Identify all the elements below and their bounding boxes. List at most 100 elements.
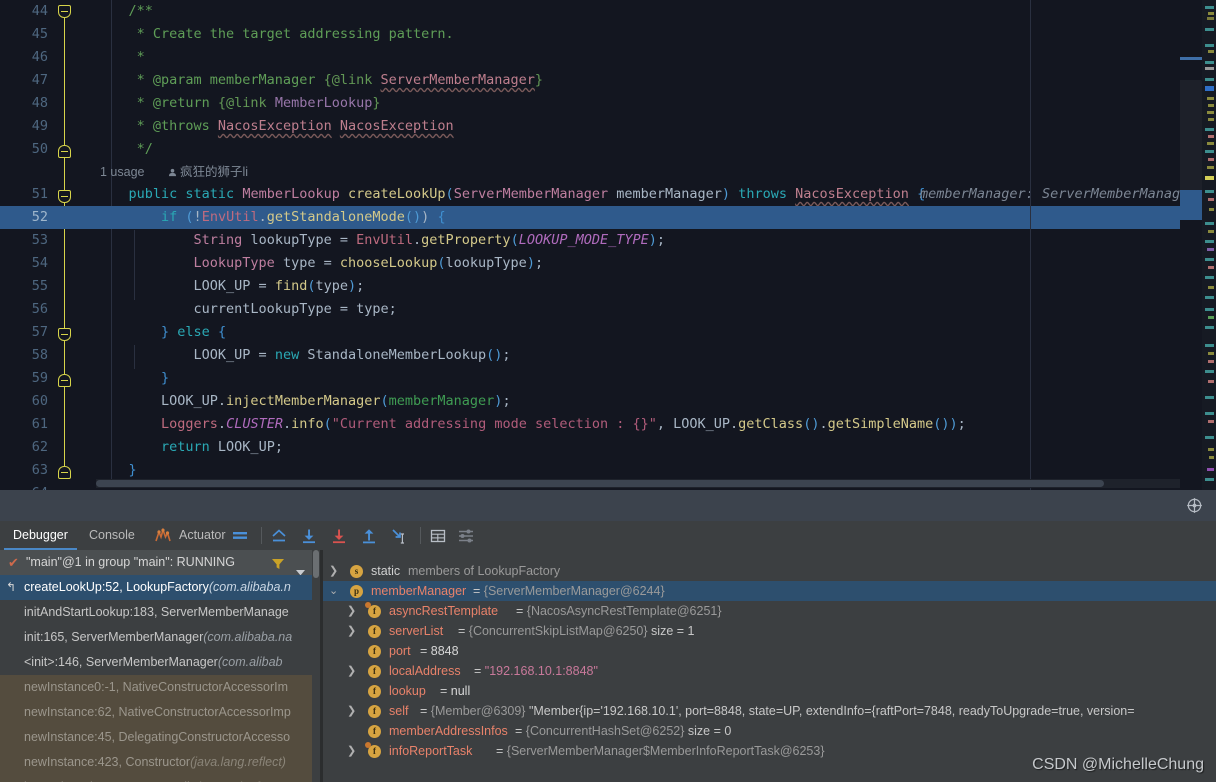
code-line[interactable]: 55 LOOK_UP = find(type); — [0, 275, 1180, 298]
frame-row[interactable]: initAndStartLookup:183, ServerMemberMana… — [0, 600, 320, 625]
frame-package: (com.alibaba.na — [203, 630, 293, 644]
variable-row[interactable]: ❯ f self = {Member@6309} "Member{ip='192… — [323, 701, 1216, 721]
usage-count[interactable]: 1 usage — [100, 161, 144, 183]
line-number: 46 — [31, 49, 48, 65]
variable-row[interactable]: ❯ f asyncRestTemplate = {NacosAsyncRestT… — [323, 601, 1216, 621]
chevron-right-icon[interactable]: ❯ — [347, 621, 356, 641]
mute-breakpoints-icon[interactable] — [231, 527, 249, 545]
step-over-icon[interactable] — [300, 527, 318, 545]
line-content: */ — [96, 141, 153, 157]
variable-name: asyncRestTemplate — [389, 604, 499, 618]
editor-minimap[interactable] — [1180, 0, 1202, 490]
show-execution-point-icon[interactable] — [270, 527, 288, 545]
line-number: 60 — [31, 393, 48, 409]
chevron-down-icon[interactable]: ⌄ — [329, 581, 338, 601]
line-content: Loggers.CLUSTER.info("Current addressing… — [96, 416, 966, 432]
editor-horizontal-scrollbar[interactable] — [96, 479, 1180, 488]
code-surface[interactable]: 44 /** 45 * Create the target addressing… — [0, 0, 1216, 490]
chevron-right-icon[interactable]: ❯ — [347, 661, 356, 681]
frame-package: (com.alibaba.n — [208, 580, 291, 594]
variable-row[interactable]: ❯ s static members of LookupFactory — [323, 561, 1216, 581]
thread-label: "main"@1 in group "main": RUNNING — [26, 555, 235, 569]
step-out-icon[interactable] — [360, 527, 378, 545]
frame-row[interactable]: newInstance:423, Constructor(java.lang.r… — [0, 750, 320, 775]
frame-row[interactable]: <init>:146, ServerMemberManager(com.alib… — [0, 650, 320, 675]
settings-icon[interactable] — [457, 527, 475, 545]
code-line[interactable]: 44 /** — [0, 0, 1180, 23]
chevron-right-icon[interactable]: ❯ — [347, 741, 356, 761]
line-content: LOOK_UP.injectMemberManager(memberManage… — [96, 393, 511, 409]
editor-error-stripe[interactable] — [1202, 0, 1216, 490]
code-line[interactable]: 51 public static MemberLookup createLook… — [0, 183, 1216, 206]
tab-actuator[interactable]: Actuator — [170, 521, 235, 550]
line-content: LookupType type = chooseLookup(lookupTyp… — [96, 255, 544, 271]
code-line[interactable]: 53 String lookupType = EnvUtil.getProper… — [0, 229, 1180, 252]
line-number: 45 — [31, 26, 48, 42]
code-vision-inlay[interactable]: 1 usage 疯狂的狮子li — [0, 161, 1180, 183]
variable-value: = {Member@6309} "Member{ip='192.168.10.1… — [420, 704, 1135, 718]
code-line[interactable]: 48 * @return {@link MemberLookup} — [0, 92, 1180, 115]
chevron-right-icon[interactable]: ❯ — [347, 701, 356, 721]
variable-row[interactable]: f port = 8848 — [323, 641, 1216, 661]
code-line[interactable]: 54 LookupType type = chooseLookup(lookup… — [0, 252, 1180, 275]
code-line[interactable]: 58 LOOK_UP = new StandaloneMemberLookup(… — [0, 344, 1180, 367]
code-line[interactable]: 61 Loggers.CLUSTER.info("Current address… — [0, 413, 1180, 436]
chevron-right-icon[interactable]: ❯ — [347, 601, 356, 621]
variables-panel[interactable]: ❯ s static members of LookupFactory ⌄ p … — [323, 550, 1216, 782]
variable-name: serverList — [389, 624, 444, 638]
line-content: * @throws NacosException NacosException — [96, 118, 454, 134]
code-editor[interactable]: 44 /** 45 * Create the target addressing… — [0, 0, 1216, 490]
person-icon — [168, 162, 177, 177]
code-line[interactable]: 50 */ — [0, 138, 1180, 161]
frames-scrollbar[interactable] — [312, 550, 320, 782]
line-content: } else { — [96, 324, 227, 340]
scrollbar-thumb[interactable] — [313, 550, 319, 578]
line-number: 56 — [31, 301, 48, 317]
variable-row[interactable]: f memberAddressInfos = {ConcurrentHashSe… — [323, 721, 1216, 741]
thread-selector[interactable]: ✔ "main"@1 in group "main": RUNNING — [0, 550, 320, 576]
frame-row[interactable]: newInstance:45, DelegatingConstructorAcc… — [0, 725, 320, 750]
code-line[interactable]: 47 * @param memberManager {@link ServerM… — [0, 69, 1180, 92]
code-line-current[interactable]: 52 if (!EnvUtil.getStandaloneMode()) { — [0, 206, 1180, 229]
line-content: if (!EnvUtil.getStandaloneMode()) { — [96, 209, 446, 225]
frame-row[interactable]: init:165, ServerMemberManager(com.alibab… — [0, 625, 320, 650]
variable-row[interactable]: ❯ f serverList = {ConcurrentSkipListMap@… — [323, 621, 1216, 641]
step-into-icon[interactable] — [330, 527, 348, 545]
variable-row[interactable]: f lookup = null — [323, 681, 1216, 701]
variable-name: localAddress — [389, 664, 461, 678]
frame-row[interactable]: instantiateClass:211, BeanUtils(org.spri… — [0, 775, 320, 782]
code-line[interactable]: 57 } else { — [0, 321, 1180, 344]
line-content: * — [96, 49, 145, 65]
funnel-icon[interactable] — [271, 555, 285, 569]
code-line[interactable]: 59 } — [0, 367, 1180, 390]
evaluate-expression-icon[interactable] — [429, 527, 447, 545]
line-number: 53 — [31, 232, 48, 248]
variable-row[interactable]: ❯ f localAddress = "192.168.10.1:8848" — [323, 661, 1216, 681]
ide-window: 44 /** 45 * Create the target addressing… — [0, 0, 1216, 782]
code-line[interactable]: 56 currentLookupType = type; — [0, 298, 1180, 321]
code-line[interactable]: 60 LOOK_UP.injectMemberManager(memberMan… — [0, 390, 1180, 413]
frame-row[interactable]: ↰ createLookUp:52, LookupFactory(com.ali… — [0, 575, 320, 600]
code-line[interactable]: 62 return LOOK_UP; — [0, 436, 1180, 459]
scrollbar-thumb[interactable] — [96, 480, 1104, 487]
tab-debugger[interactable]: Debugger — [4, 521, 77, 550]
tab-console[interactable]: Console — [80, 521, 144, 550]
field-badge: f — [368, 665, 381, 678]
variable-value: = {ServerMemberManager$MemberInfoReportT… — [496, 744, 825, 758]
check-icon: ✔ — [8, 555, 19, 570]
frame-row[interactable]: newInstance:62, NativeConstructorAccesso… — [0, 700, 320, 725]
debug-tabbar[interactable]: Debugger Console Actuator — [0, 521, 1216, 550]
run-to-cursor-icon[interactable] — [390, 527, 408, 545]
chevron-right-icon[interactable]: ❯ — [329, 561, 338, 581]
variable-row[interactable]: ⌄ p memberManager = {ServerMemberManager… — [323, 581, 1216, 601]
variable-name: infoReportTask — [389, 744, 473, 758]
crosshair-icon[interactable] — [1186, 497, 1203, 514]
code-author[interactable]: 疯狂的狮子li — [168, 161, 248, 183]
frames-panel[interactable]: ✔ "main"@1 in group "main": RUNNING ↰ cr… — [0, 550, 320, 782]
code-line[interactable]: 45 * Create the target addressing patter… — [0, 23, 1180, 46]
frame-row[interactable]: newInstance0:-1, NativeConstructorAccess… — [0, 675, 320, 700]
code-line[interactable]: 46 * — [0, 46, 1180, 69]
param-badge: p — [350, 585, 363, 598]
debug-panel[interactable]: Debugger Console Actuator ✔ "main"@1 in … — [0, 521, 1216, 782]
code-line[interactable]: 49 * @throws NacosException NacosExcepti… — [0, 115, 1180, 138]
